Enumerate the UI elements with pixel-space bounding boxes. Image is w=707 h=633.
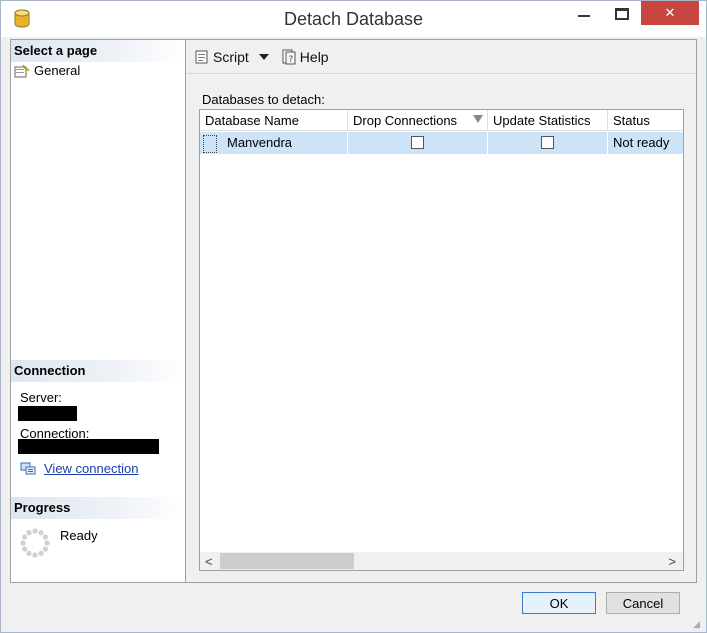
view-connection-link[interactable]: View connection [20, 461, 138, 476]
horizontal-scrollbar[interactable]: < > [200, 552, 683, 570]
svg-text:?: ? [288, 55, 293, 65]
script-label: Script [213, 48, 249, 65]
table-row[interactable]: Manvendra Not ready [200, 132, 683, 154]
left-pane: Select a page General Connection Server:… [10, 39, 186, 583]
progress-spinner-icon [20, 528, 50, 558]
connection-header: Connection [11, 360, 185, 382]
scrollbar-thumb[interactable] [220, 553, 354, 569]
column-header-drop-connections[interactable]: Drop Connections [348, 110, 488, 131]
cell-drop-connections [348, 132, 488, 154]
server-label: Server: [20, 390, 62, 405]
close-icon: ✕ [664, 5, 676, 20]
column-header-update-statistics[interactable]: Update Statistics [488, 110, 608, 131]
view-connection-text[interactable]: View connection [44, 461, 138, 476]
column-header-drop-connections-label: Drop Connections [353, 113, 458, 128]
page-item-label: General [34, 63, 81, 78]
right-pane: Script ? Help Databases to detach: Datab… [186, 39, 697, 583]
row-selector[interactable] [203, 135, 217, 153]
drop-connections-checkbox[interactable] [411, 136, 424, 149]
select-page-header: Select a page [11, 40, 185, 62]
resize-grip-icon[interactable]: ◢ [693, 619, 700, 630]
scroll-left-icon[interactable]: < [205, 554, 213, 569]
progress-header: Progress [11, 497, 185, 519]
databases-grid[interactable]: Database Name Drop Connections Update St… [199, 109, 684, 571]
databases-to-detach-label: Databases to detach: [202, 92, 325, 107]
connection-properties-icon [20, 462, 36, 474]
cell-update-statistics [488, 132, 608, 154]
update-statistics-checkbox[interactable] [541, 136, 554, 149]
detach-database-dialog: Detach Database ✕ Select a page General … [0, 0, 707, 633]
minimize-button[interactable] [567, 1, 601, 27]
redacted-connection-value [18, 439, 159, 454]
minimize-icon [578, 15, 590, 17]
ok-button[interactable]: OK [522, 592, 596, 614]
script-icon [195, 50, 208, 63]
progress-status-text: Ready [60, 528, 98, 543]
page-settings-icon [14, 64, 30, 77]
page-item-general[interactable]: General [14, 63, 80, 78]
scroll-right-icon[interactable]: > [668, 554, 676, 569]
maximize-button[interactable] [605, 1, 639, 27]
progress-status: Ready [20, 528, 98, 558]
cell-database-name[interactable]: Manvendra [200, 132, 348, 154]
help-icon: ? [282, 49, 296, 65]
maximize-icon [615, 8, 629, 20]
toolbar: Script ? Help [186, 40, 696, 74]
cancel-button[interactable]: Cancel [606, 592, 680, 614]
script-dropdown-icon[interactable] [258, 53, 269, 60]
close-button[interactable]: ✕ [641, 1, 699, 25]
column-header-database-name[interactable]: Database Name [200, 110, 348, 131]
cell-status: Not ready [613, 135, 670, 150]
column-header-status[interactable]: Status [608, 110, 683, 131]
sort-filter-icon[interactable] [473, 115, 483, 123]
grid-header: Database Name Drop Connections Update St… [200, 110, 683, 131]
database-name-text: Manvendra [227, 135, 293, 150]
help-label: Help [299, 48, 329, 65]
title-bar[interactable]: Detach Database ✕ [1, 1, 706, 37]
help-button[interactable]: ? Help [279, 47, 331, 67]
script-button[interactable]: Script [192, 47, 251, 67]
redacted-server-value [18, 406, 77, 421]
